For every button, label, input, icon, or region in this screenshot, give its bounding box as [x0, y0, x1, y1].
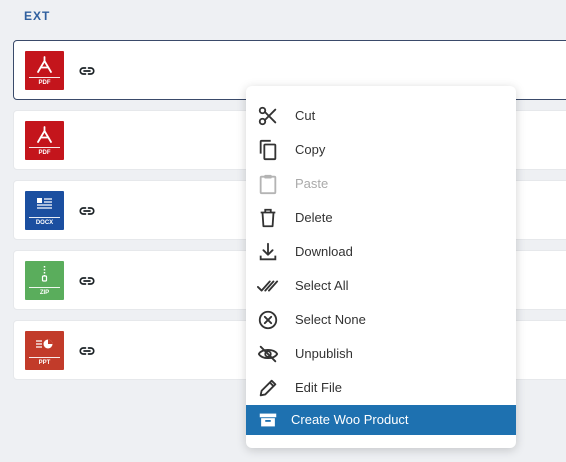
menu-item-label: Cut	[295, 108, 316, 123]
pencil-icon	[259, 379, 277, 397]
file-ext-label: DOCX	[29, 217, 60, 226]
context-menu: Cut Copy Paste Delete Download Select Al…	[246, 86, 516, 448]
menu-item-label: Edit File	[295, 380, 342, 395]
menu-item-unpublish[interactable]: Unpublish	[246, 337, 516, 371]
menu-item-label: Select All	[295, 278, 349, 293]
menu-item-paste: Paste	[246, 167, 516, 201]
menu-item-label: Copy	[295, 142, 326, 157]
eye-off-icon	[257, 345, 279, 363]
clipboard-icon	[259, 174, 277, 195]
menu-item-label: Create Woo Product	[291, 412, 409, 427]
menu-item-copy[interactable]: Copy	[246, 133, 516, 167]
copy-icon	[259, 139, 277, 161]
circle-x-icon	[258, 310, 278, 330]
menu-item-label: Paste	[295, 176, 329, 191]
menu-item-select-all[interactable]: Select All	[246, 269, 516, 303]
menu-item-create-woo-product[interactable]: Create Woo Product	[246, 405, 516, 435]
menu-item-label: Delete	[295, 210, 333, 225]
section-label: EXT	[24, 9, 51, 23]
link-icon[interactable]	[78, 342, 96, 360]
file-ext-label: PPT	[29, 357, 60, 366]
link-icon[interactable]	[78, 272, 96, 290]
menu-item-edit-file[interactable]: Edit File	[246, 371, 516, 405]
file-ext-label: PDF	[29, 147, 60, 156]
trash-icon	[260, 208, 276, 228]
link-icon[interactable]	[78, 202, 96, 220]
menu-item-label: Select None	[295, 312, 366, 327]
menu-item-cut[interactable]: Cut	[246, 99, 516, 133]
menu-item-label: Unpublish	[295, 346, 353, 361]
file-ext-label: PDF	[29, 77, 60, 86]
pdf-file-icon: PDF	[25, 51, 64, 90]
double-check-icon	[257, 280, 279, 292]
scissors-icon	[258, 106, 277, 126]
download-icon	[259, 242, 277, 261]
menu-item-select-none[interactable]: Select None	[246, 303, 516, 337]
menu-item-delete[interactable]: Delete	[246, 201, 516, 235]
menu-item-label: Download	[295, 244, 353, 259]
ppt-file-icon: PPT	[25, 331, 64, 370]
menu-item-download[interactable]: Download	[246, 235, 516, 269]
archive-box-icon	[259, 413, 277, 427]
zip-file-icon: ZIP	[25, 261, 64, 300]
pdf-file-icon: PDF	[25, 121, 64, 160]
docx-file-icon: DOCX	[25, 191, 64, 230]
file-ext-label: ZIP	[29, 287, 60, 296]
link-icon[interactable]	[78, 62, 96, 80]
